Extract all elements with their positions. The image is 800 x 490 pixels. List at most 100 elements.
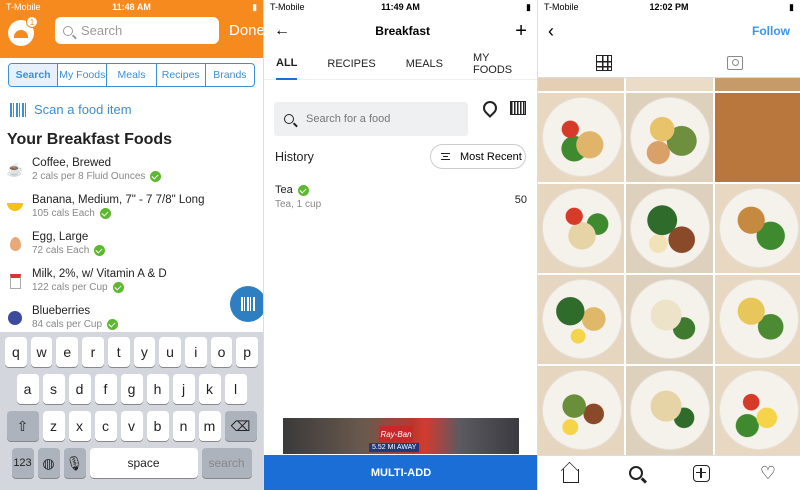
key-p[interactable]: p bbox=[236, 337, 259, 367]
tab-my-foods[interactable]: MY FOODS bbox=[473, 48, 512, 80]
search-icon[interactable] bbox=[628, 466, 643, 480]
key-z[interactable]: z bbox=[42, 411, 65, 441]
photo-thumbnail[interactable] bbox=[714, 366, 800, 455]
photo-thumbnail[interactable] bbox=[538, 184, 625, 273]
battery-icon: ▮ bbox=[789, 1, 794, 12]
tab-search[interactable]: Search bbox=[9, 64, 59, 86]
verified-check-icon bbox=[94, 245, 106, 256]
photo-thumbnail[interactable] bbox=[538, 93, 625, 182]
carrier-label: T-Mobile bbox=[544, 2, 579, 12]
food-item[interactable]: Egg, Large 72 cals Each bbox=[0, 229, 263, 266]
history-item[interactable]: Tea Tea, 1 cup 50 bbox=[275, 184, 527, 210]
scan-food-link[interactable]: Scan a food item bbox=[0, 92, 263, 123]
numbers-key[interactable]: 123 bbox=[11, 448, 34, 478]
tab-my-foods[interactable]: My Foods bbox=[58, 64, 108, 86]
photo-thumbnail[interactable] bbox=[714, 78, 800, 91]
key-o[interactable]: o bbox=[210, 337, 233, 367]
barcode-scan-icon[interactable] bbox=[510, 101, 526, 115]
key-f[interactable]: f bbox=[94, 374, 117, 404]
key-t[interactable]: t bbox=[107, 337, 130, 367]
tab-recipes[interactable]: Recipes bbox=[157, 64, 206, 86]
banana-icon bbox=[6, 198, 24, 216]
tab-grid[interactable] bbox=[538, 48, 669, 77]
key-s[interactable]: s bbox=[42, 374, 65, 404]
photo-thumbnail[interactable] bbox=[714, 184, 800, 273]
key-q[interactable]: q bbox=[4, 337, 27, 367]
key-n[interactable]: n bbox=[172, 411, 195, 441]
photo-thumbnail[interactable] bbox=[626, 78, 713, 91]
food-item[interactable]: Banana, Medium, 7" - 7 7/8" Long 105 cal… bbox=[0, 192, 263, 229]
tab-all[interactable]: ALL bbox=[276, 48, 298, 80]
bottom-nav: ♡ bbox=[538, 455, 800, 490]
dictation-key[interactable]: 🎙 bbox=[63, 448, 86, 478]
backspace-key[interactable]: ⌫ bbox=[224, 411, 257, 441]
key-y[interactable]: y bbox=[133, 337, 156, 367]
photo-thumbnail[interactable] bbox=[626, 184, 713, 273]
photo-thumbnail[interactable] bbox=[626, 366, 713, 455]
egg-icon bbox=[6, 235, 24, 253]
back-arrow-icon[interactable]: ← bbox=[274, 22, 290, 40]
space-key[interactable]: space bbox=[89, 448, 198, 478]
key-h[interactable]: h bbox=[146, 374, 169, 404]
photo-thumbnail[interactable] bbox=[714, 275, 800, 364]
photo-thumbnail[interactable] bbox=[538, 275, 625, 364]
key-e[interactable]: e bbox=[56, 337, 79, 367]
key-x[interactable]: x bbox=[68, 411, 91, 441]
scan-barcode-button[interactable] bbox=[230, 286, 263, 322]
search-placeholder: Search for a food bbox=[306, 113, 391, 125]
ad-banner[interactable]: Ray-Ban 5.52 MI AWAY bbox=[283, 418, 519, 454]
globe-key[interactable]: ◍ bbox=[37, 448, 60, 478]
follow-button[interactable]: Follow bbox=[752, 24, 790, 38]
barcode-icon bbox=[241, 297, 255, 311]
page-title: Breakfast bbox=[375, 24, 430, 38]
food-search-input[interactable]: Search for a food bbox=[274, 102, 468, 136]
food-item[interactable]: ☕ Coffee, Brewed 2 cals per 8 Fluid Ounc… bbox=[0, 155, 263, 192]
multi-add-button[interactable]: MULTI-ADD bbox=[264, 455, 537, 490]
key-g[interactable]: g bbox=[120, 374, 143, 404]
carrier-label: T-Mobile bbox=[270, 2, 305, 12]
search-input[interactable]: Search bbox=[55, 17, 219, 44]
key-w[interactable]: w bbox=[30, 337, 53, 367]
tab-brands[interactable]: Brands bbox=[206, 64, 254, 86]
photo-thumbnail[interactable] bbox=[538, 366, 625, 455]
key-c[interactable]: c bbox=[94, 411, 117, 441]
heart-icon[interactable]: ♡ bbox=[760, 464, 776, 482]
key-r[interactable]: r bbox=[82, 337, 104, 367]
key-a[interactable]: a bbox=[16, 374, 39, 404]
tab-tagged[interactable] bbox=[669, 48, 800, 77]
key-d[interactable]: d bbox=[68, 374, 91, 404]
food-item[interactable]: Milk, 2%, w/ Vitamin A & D 122 cals per … bbox=[0, 266, 263, 303]
photo-thumbnail[interactable] bbox=[538, 78, 625, 91]
key-j[interactable]: j bbox=[172, 374, 195, 404]
key-l[interactable]: l bbox=[224, 374, 247, 404]
location-pin-icon[interactable] bbox=[482, 101, 494, 115]
food-desc: 2 cals per 8 Fluid Ounces bbox=[32, 171, 146, 182]
key-k[interactable]: k bbox=[198, 374, 221, 404]
sort-button[interactable]: Most Recent bbox=[430, 144, 526, 169]
add-icon[interactable]: + bbox=[515, 20, 527, 43]
instagram-profile-screen: T-Mobile 12:02 PM ▮ ‹ Follow ♡ bbox=[537, 0, 800, 490]
verified-check-icon bbox=[112, 282, 124, 293]
app-logo-button[interactable]: 1 bbox=[8, 16, 38, 46]
tab-meals[interactable]: MEALS bbox=[406, 48, 443, 80]
home-icon[interactable] bbox=[562, 468, 579, 483]
photo-thumbnail[interactable] bbox=[626, 275, 713, 364]
back-chevron-icon[interactable]: ‹ bbox=[548, 21, 554, 42]
search-key[interactable]: search bbox=[201, 448, 252, 478]
notification-badge: 1 bbox=[26, 16, 38, 28]
grid-icon bbox=[595, 54, 612, 71]
key-i[interactable]: i bbox=[184, 337, 207, 367]
photo-thumbnail[interactable] bbox=[714, 93, 800, 182]
done-button[interactable]: Done bbox=[229, 22, 263, 39]
key-v[interactable]: v bbox=[120, 411, 143, 441]
food-name: Coffee, Brewed bbox=[32, 157, 112, 169]
food-desc: 105 cals Each bbox=[32, 208, 95, 219]
shift-key[interactable]: ⇧ bbox=[6, 411, 39, 441]
key-b[interactable]: b bbox=[146, 411, 169, 441]
photo-thumbnail[interactable] bbox=[626, 93, 713, 182]
key-m[interactable]: m bbox=[198, 411, 221, 441]
add-post-icon[interactable] bbox=[692, 464, 710, 482]
tab-recipes[interactable]: RECIPES bbox=[327, 48, 375, 80]
tab-meals[interactable]: Meals bbox=[107, 64, 157, 86]
key-u[interactable]: u bbox=[159, 337, 181, 367]
